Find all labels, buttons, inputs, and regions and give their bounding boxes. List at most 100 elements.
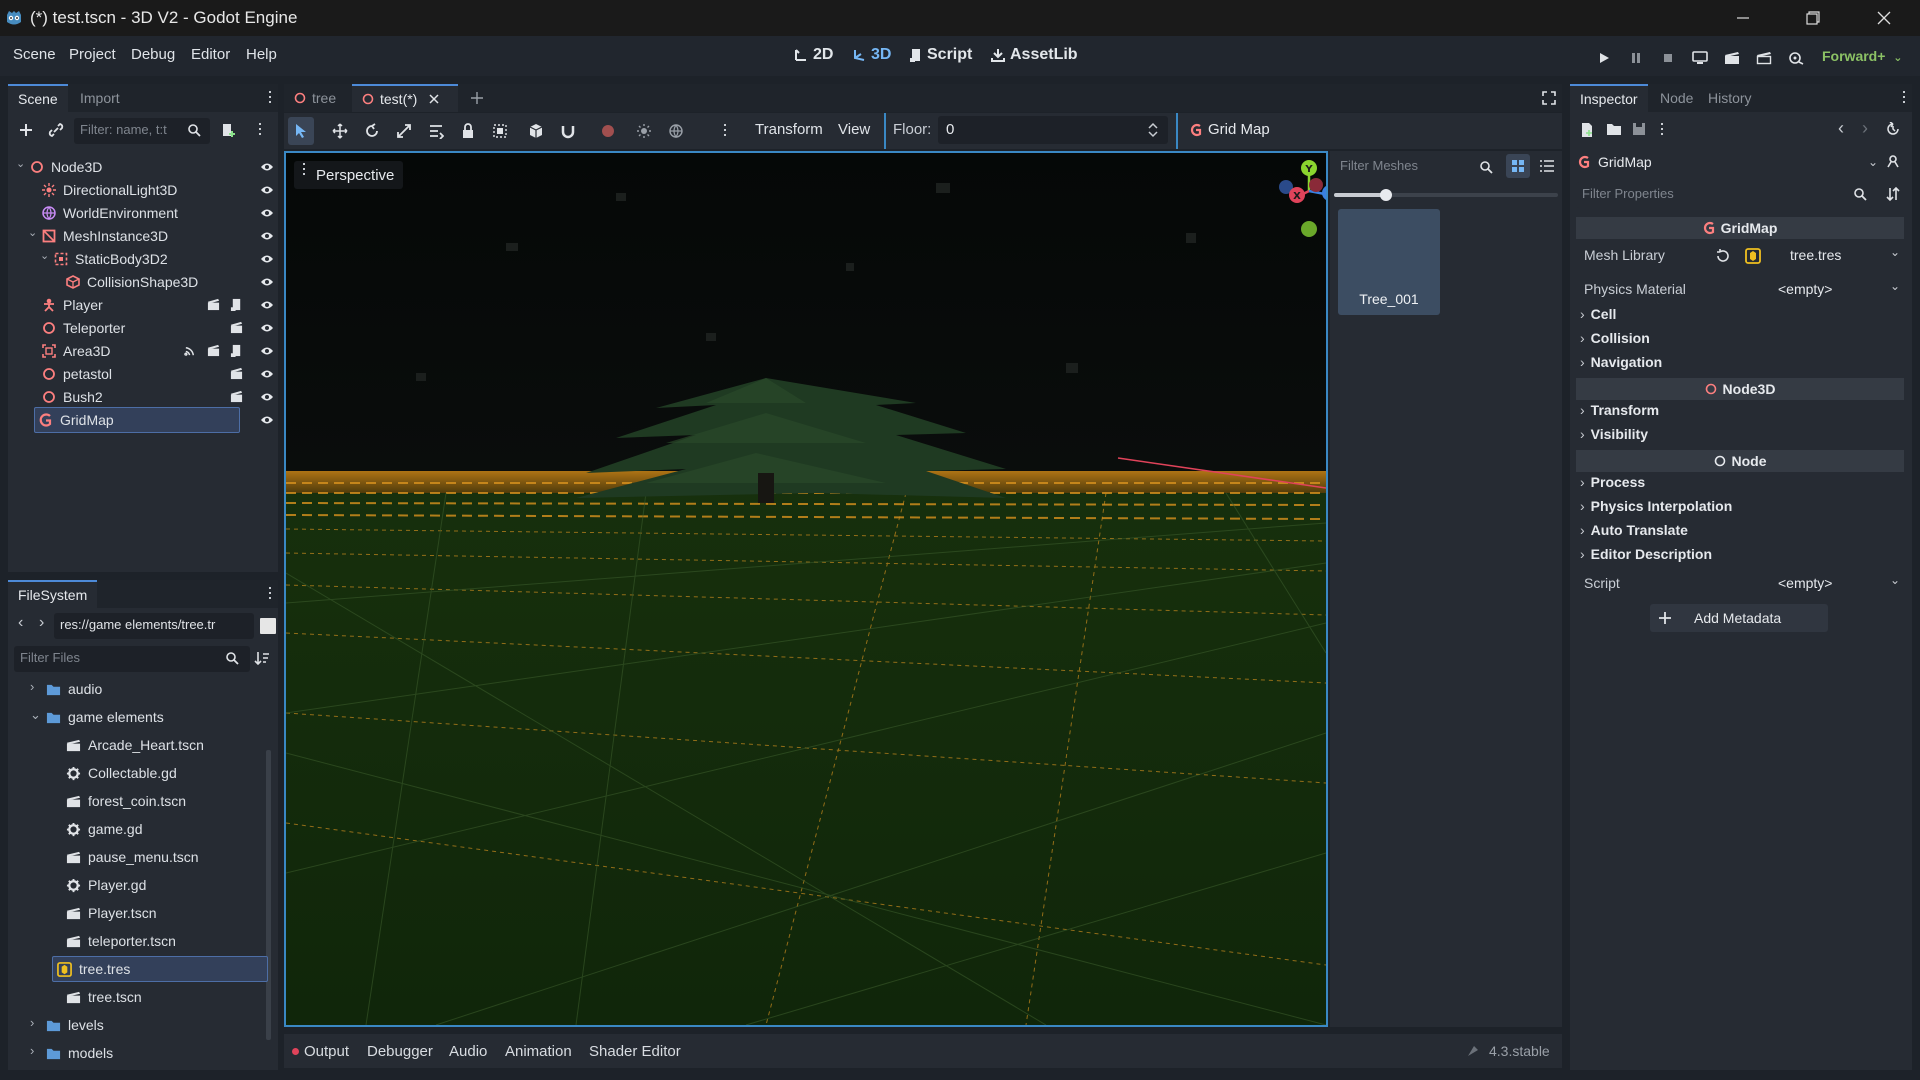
perspective-menu[interactable]: Perspective xyxy=(294,161,404,189)
add-metadata-button[interactable]: Add Metadata xyxy=(1650,604,1828,632)
menu-help[interactable]: Help xyxy=(246,46,277,63)
zoom-slider[interactable] xyxy=(1334,189,1558,201)
filter-properties-input[interactable]: Filter Properties xyxy=(1576,182,1872,208)
inspector-group-transform[interactable]: › Transform xyxy=(1580,402,1659,418)
add-tab-icon[interactable] xyxy=(470,91,484,105)
file-item-levels[interactable]: › levels xyxy=(30,1012,270,1038)
file-item-pause-menu-tscn[interactable]: pause_menu.tscn xyxy=(30,844,270,870)
view-menu[interactable]: View xyxy=(838,121,870,138)
bottom-tab-shader-editor[interactable]: Shader Editor xyxy=(589,1043,681,1060)
filter-meshes-input[interactable]: Filter Meshes xyxy=(1334,154,1502,180)
inspector-group-process[interactable]: › Process xyxy=(1580,474,1645,490)
chevron-down-icon[interactable]: ⌄ xyxy=(28,226,37,239)
inspector-menu-icon[interactable] xyxy=(1902,91,1906,105)
transform-menu[interactable]: Transform xyxy=(755,121,823,138)
tab-scene[interactable]: Scene xyxy=(8,84,68,112)
lock-icon[interactable] xyxy=(460,123,476,139)
toggle-split-icon[interactable] xyxy=(260,618,276,634)
bottom-tab-audio[interactable]: Audio xyxy=(449,1043,487,1060)
mesh-library-field[interactable]: tree.tres ⌄ xyxy=(1774,244,1904,268)
open-scene-icon[interactable] xyxy=(207,298,220,311)
menu-project[interactable]: Project xyxy=(69,46,116,63)
movie-maker-button[interactable] xyxy=(1787,50,1805,66)
restore-button[interactable] xyxy=(1784,0,1842,36)
run-current-scene-button[interactable] xyxy=(1723,50,1741,66)
rotate-icon[interactable] xyxy=(364,123,380,139)
chevron-down-icon[interactable]: ⌄ xyxy=(1890,279,1900,293)
tab-import[interactable]: Import xyxy=(70,84,130,112)
inspector-group-cell[interactable]: › Cell xyxy=(1580,306,1616,322)
file-item-collectable-gd[interactable]: Collectable.gd xyxy=(30,760,270,786)
tab-filesystem[interactable]: FileSystem xyxy=(8,580,98,608)
floor-spinbox[interactable]: 0 xyxy=(938,116,1168,144)
tab-history[interactable]: History xyxy=(1698,84,1762,112)
menu-debug[interactable]: Debug xyxy=(131,46,175,63)
version-label[interactable]: 4.3.stable xyxy=(1489,1043,1550,1059)
file-item-game-gd[interactable]: game.gd xyxy=(30,816,270,842)
file-item-forest-coin-tscn[interactable]: forest_coin.tscn xyxy=(30,788,270,814)
physics-material-field[interactable]: <empty> ⌄ xyxy=(1774,278,1904,302)
path-field[interactable]: res://game elements/tree.tr xyxy=(54,613,254,639)
toolbar-more-icon[interactable] xyxy=(723,124,727,138)
minimize-button[interactable] xyxy=(1714,0,1772,36)
chevron-down-icon[interactable]: ⌄ xyxy=(1890,573,1900,587)
file-item-player-tscn[interactable]: Player.tscn xyxy=(30,900,270,926)
mesh-item[interactable]: Tree_001 xyxy=(1338,209,1440,315)
chevron-down-icon[interactable]: ⌄ xyxy=(1890,245,1900,259)
chevron-down-icon[interactable]: ⌄ xyxy=(40,249,49,262)
workspace-assetlib-button[interactable]: AssetLib xyxy=(991,46,1078,64)
pause-button[interactable] xyxy=(1627,50,1645,66)
magnet-icon[interactable] xyxy=(560,123,576,139)
file-item-audio[interactable]: › audio xyxy=(30,676,270,702)
bottom-tab-debugger[interactable]: Debugger xyxy=(367,1043,433,1060)
gridmap-menu[interactable]: Grid Map xyxy=(1190,121,1270,138)
inspector-group-auto-translate[interactable]: › Auto Translate xyxy=(1580,522,1688,538)
object-properties-icon[interactable] xyxy=(1886,154,1900,168)
file-item-tree-tscn[interactable]: tree.tscn xyxy=(30,984,270,1010)
file-item-player-gd[interactable]: Player.gd xyxy=(30,872,270,898)
object-selector[interactable]: GridMap ⌄ xyxy=(1578,150,1878,174)
open-scene-icon[interactable] xyxy=(230,367,243,380)
tab-inspector[interactable]: Inspector xyxy=(1570,84,1648,112)
run-specific-scene-button[interactable] xyxy=(1755,50,1773,66)
save-icon[interactable] xyxy=(1632,122,1646,136)
bottom-tab-output[interactable]: Output xyxy=(304,1043,349,1060)
eye-icon[interactable] xyxy=(260,208,274,218)
menu-scene[interactable]: Scene xyxy=(13,46,56,63)
signal-icon[interactable] xyxy=(184,344,197,357)
attach-script-icon[interactable] xyxy=(220,122,236,138)
inspector-group-navigation[interactable]: › Navigation xyxy=(1580,354,1662,370)
chevron-down-icon[interactable]: ⌄ xyxy=(30,707,41,723)
history-back-icon[interactable]: ‹ xyxy=(1838,118,1844,139)
script-icon[interactable] xyxy=(230,298,243,311)
file-item-game-elements[interactable]: ⌄ game elements xyxy=(30,704,270,730)
filesystem-menu-icon[interactable] xyxy=(268,587,272,601)
forward-arrow-icon[interactable]: › xyxy=(39,614,44,632)
physics-icon[interactable] xyxy=(600,123,616,139)
script-field[interactable]: <empty> ⌄ xyxy=(1774,572,1904,596)
eye-icon[interactable] xyxy=(260,369,274,379)
sun-icon[interactable] xyxy=(636,123,652,139)
move-icon[interactable] xyxy=(332,123,348,139)
open-scene-icon[interactable] xyxy=(230,390,243,403)
object-history-icon[interactable] xyxy=(1886,122,1900,136)
3d-viewport[interactable]: Y X Perspective xyxy=(284,151,1328,1027)
revert-icon[interactable] xyxy=(1716,249,1730,263)
snap-icon[interactable] xyxy=(528,123,544,139)
scale-icon[interactable] xyxy=(396,123,412,139)
link-icon[interactable] xyxy=(48,122,64,138)
close-icon[interactable] xyxy=(429,94,439,104)
eye-icon[interactable] xyxy=(260,185,274,195)
workspace-script-button[interactable]: Script xyxy=(910,46,972,64)
distraction-free-icon[interactable] xyxy=(1542,91,1556,105)
resource-options-icon[interactable] xyxy=(1660,123,1664,137)
workspace-2d-button[interactable]: 2D xyxy=(794,46,833,64)
eye-icon[interactable] xyxy=(260,392,274,402)
history-forward-icon[interactable]: › xyxy=(1862,118,1868,139)
eye-icon[interactable] xyxy=(260,277,274,287)
eye-icon[interactable] xyxy=(260,415,274,425)
add-node-icon[interactable] xyxy=(18,122,34,138)
eye-icon[interactable] xyxy=(260,323,274,333)
environment-icon[interactable] xyxy=(668,123,684,139)
close-window-button[interactable] xyxy=(1855,0,1913,36)
